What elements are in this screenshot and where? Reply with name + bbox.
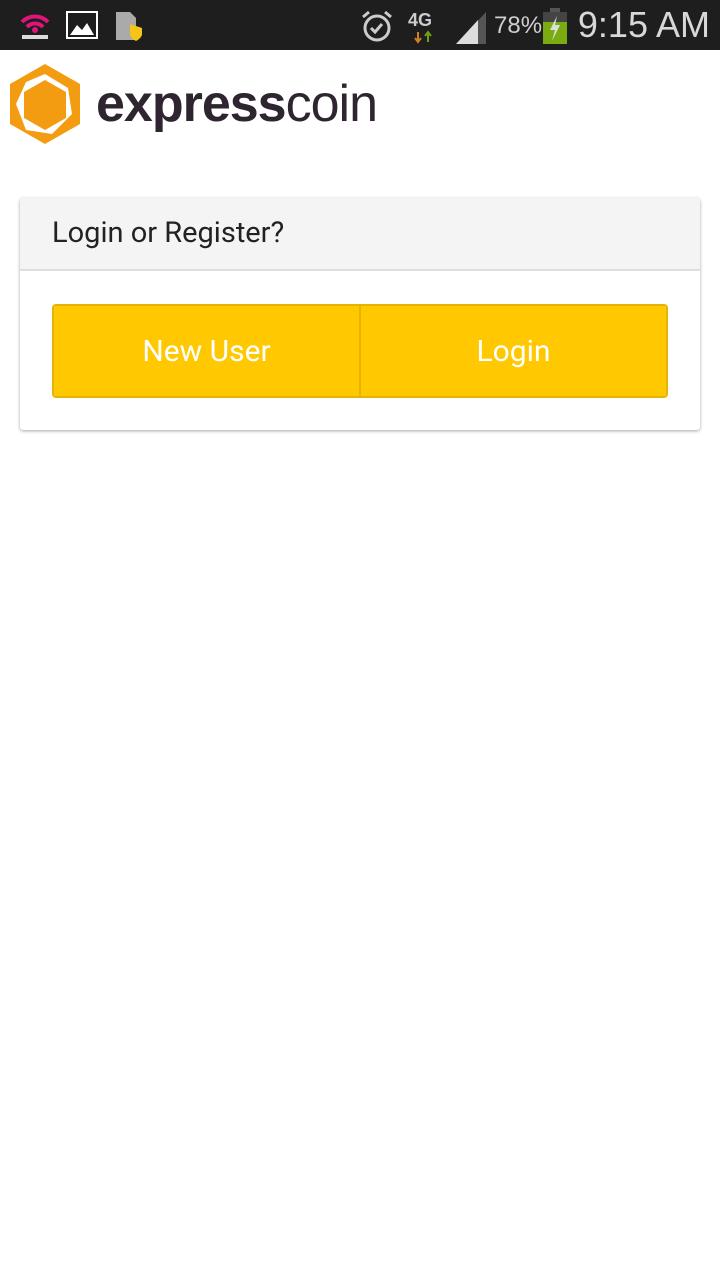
status-bar: 4G 78% 9:15 AM [0, 0, 720, 50]
alarm-icon [362, 10, 392, 42]
login-register-card: Login or Register? New User Login [20, 198, 700, 430]
battery-percent: 78% [494, 12, 543, 39]
login-button[interactable]: Login [359, 306, 666, 396]
logo-hexagon-icon [10, 64, 80, 144]
security-icon [116, 12, 142, 41]
clock: 9:15 AM [577, 4, 710, 45]
battery-charging-icon [543, 8, 567, 44]
expresscoin-logo: expresscoin [8, 62, 408, 146]
logo-text: expresscoin [96, 75, 378, 133]
gallery-icon [66, 11, 98, 39]
card-title: Login or Register? [20, 198, 700, 271]
hotspot-icon [20, 14, 50, 39]
svg-text:4G: 4G [408, 10, 432, 30]
signal-icon [456, 12, 486, 44]
new-user-button[interactable]: New User [54, 306, 359, 396]
button-group: New User Login [52, 304, 668, 398]
4g-icon: 4G [408, 10, 432, 44]
